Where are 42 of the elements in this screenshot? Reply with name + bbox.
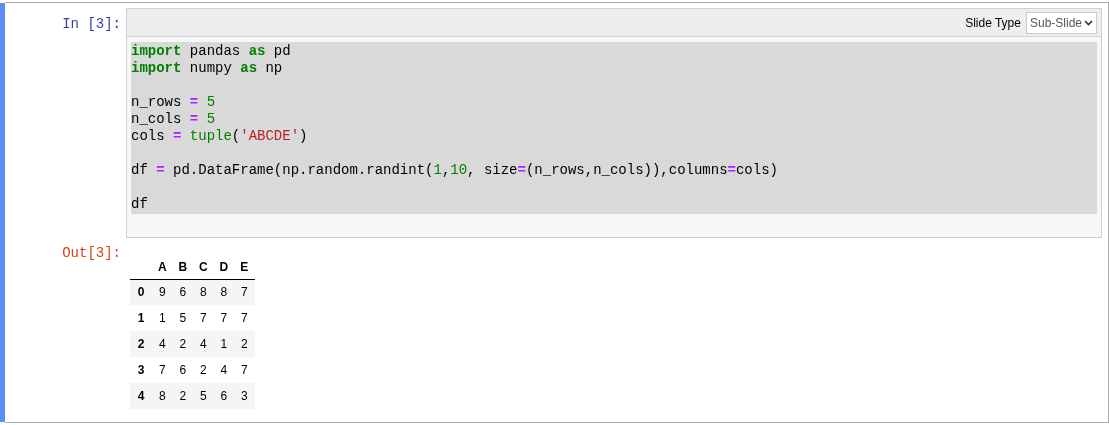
column-header: A — [152, 256, 173, 279]
row-index: 3 — [130, 357, 152, 383]
output-prompt: Out[3]: — [62, 244, 121, 263]
table-cell: 6 — [213, 383, 234, 409]
slide-type-dropdown[interactable]: Sub-Slide — [1025, 11, 1097, 34]
column-header: D — [213, 256, 234, 279]
table-cell: 2 — [172, 331, 193, 357]
code-block: import pandas as pd import numpy as np n_rows = 5 n_cols = 5 cols = tuple('ABCDE') df = pd.DataFrame(np.random.randint(1,10, size=(n_rows,n_cols)),columns=cols) df — [131, 42, 1097, 214]
table-cell: 7 — [234, 279, 255, 305]
table-cell: 8 — [213, 279, 234, 305]
column-header: B — [172, 256, 193, 279]
table-cell: 8 — [193, 279, 214, 305]
table-cell: 5 — [172, 305, 193, 331]
table-cell: 7 — [213, 305, 234, 331]
input-prompt: In [3]: — [62, 15, 121, 34]
row-index: 2 — [130, 331, 152, 357]
table-cell: 2 — [234, 331, 255, 357]
table-cell: 8 — [152, 383, 173, 409]
table-cell: 6 — [172, 357, 193, 383]
row-index: 1 — [130, 305, 152, 331]
table-cell: 4 — [213, 357, 234, 383]
table-cell: 9 — [152, 279, 173, 305]
table-cell: 7 — [193, 305, 214, 331]
table-cell: 2 — [172, 383, 193, 409]
column-header: C — [193, 256, 214, 279]
table-cell: 1 — [152, 305, 173, 331]
chevron-down-icon — [1084, 19, 1093, 26]
column-header: E — [234, 256, 255, 279]
table-cell: 4 — [152, 331, 173, 357]
table-cell: 1 — [213, 331, 234, 357]
table-cell: 7 — [152, 357, 173, 383]
table-cell: 5 — [193, 383, 214, 409]
row-index: 4 — [130, 383, 152, 409]
slide-type-label: Slide Type — [965, 14, 1021, 32]
table-cell: 3 — [234, 383, 255, 409]
table-cell: 7 — [234, 305, 255, 331]
table-cell: 7 — [234, 357, 255, 383]
table-cell: 4 — [193, 331, 214, 357]
table-cell: 6 — [172, 279, 193, 305]
code-input-area[interactable]: Slide Type Sub-Slide import pandas as pd import numpy as np n_rows = 5 n_cols = 5 cols = tuple('ABCDE') df = pd.DataFrame(np.random.randint(1,10, size=(n_rows,n_cols)),columns=cols) df — [126, 8, 1102, 238]
table-cell: 2 — [193, 357, 214, 383]
row-index: 0 — [130, 279, 152, 305]
